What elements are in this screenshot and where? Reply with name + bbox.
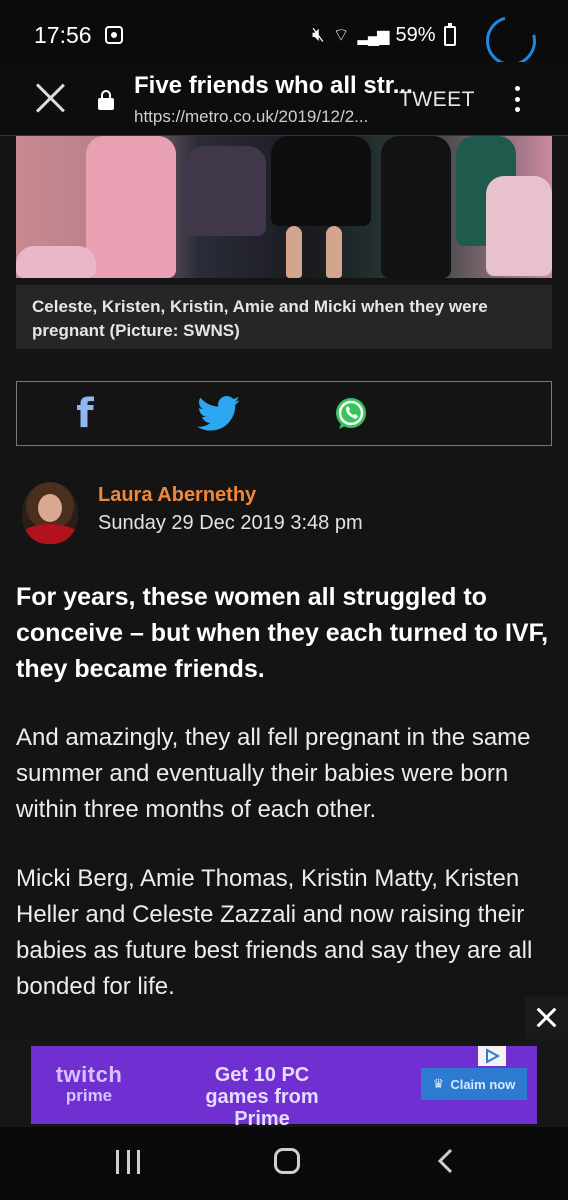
- article-lead: For years, these women all struggled to …: [16, 583, 549, 683]
- recents-icon[interactable]: [116, 1150, 140, 1174]
- close-icon[interactable]: [34, 82, 66, 114]
- home-icon[interactable]: [274, 1148, 300, 1174]
- facebook-icon[interactable]: f: [75, 391, 95, 437]
- claim-now-button[interactable]: ♛ Claim now: [421, 1068, 527, 1100]
- screen-record-icon: [105, 26, 123, 44]
- whatsapp-icon[interactable]: [333, 394, 369, 434]
- page-title[interactable]: Five friends who all str...: [134, 72, 413, 100]
- tweet-button[interactable]: TWEET: [399, 88, 475, 112]
- adchoices-icon[interactable]: [478, 1046, 506, 1066]
- page-url[interactable]: https://metro.co.uk/2019/12/2...: [134, 107, 368, 127]
- ad-headline: Get 10 PC games from Prime: [205, 1064, 319, 1130]
- author-name[interactable]: Laura Abernethy: [98, 484, 256, 507]
- battery-level: 59%: [395, 24, 436, 46]
- crown-icon: ♛: [432, 1076, 445, 1091]
- mute-icon: 🔇︎: [312, 24, 325, 46]
- back-icon[interactable]: [436, 1148, 456, 1174]
- claim-now-label: Claim now: [450, 1076, 516, 1092]
- status-icons: 🔇︎ ⌔ ▂▄▆ 59%: [312, 22, 456, 47]
- close-ad-icon[interactable]: [525, 996, 568, 1039]
- twitter-icon[interactable]: [197, 394, 241, 434]
- ad-banner[interactable]: twitch prime Get 10 PC games from Prime …: [31, 1046, 537, 1130]
- wifi-icon: ⌔: [332, 25, 350, 45]
- status-time: 17:56: [34, 22, 92, 48]
- share-bar: f: [16, 381, 552, 446]
- photo-caption: Celeste, Kristen, Kristin, Amie and Mick…: [16, 285, 552, 349]
- article-paragraph: And amazingly, they all fell pregnant in…: [16, 724, 531, 823]
- author-avatar[interactable]: [22, 482, 78, 544]
- status-bar: 17:56 🔇︎ ⌔ ▂▄▆ 59%: [0, 0, 568, 76]
- battery-icon: [443, 22, 456, 46]
- article-paragraph: Micki Berg, Amie Thomas, Kristin Matty, …: [16, 865, 533, 1000]
- publish-date: Sunday 29 Dec 2019 3:48 pm: [98, 512, 363, 534]
- signal-icon: ▂▄▆: [357, 27, 390, 45]
- twitch-prime-logo: twitch prime: [55, 1062, 123, 1105]
- more-options-icon[interactable]: [506, 84, 528, 114]
- lock-icon: [98, 90, 114, 110]
- article-photo: [16, 136, 552, 278]
